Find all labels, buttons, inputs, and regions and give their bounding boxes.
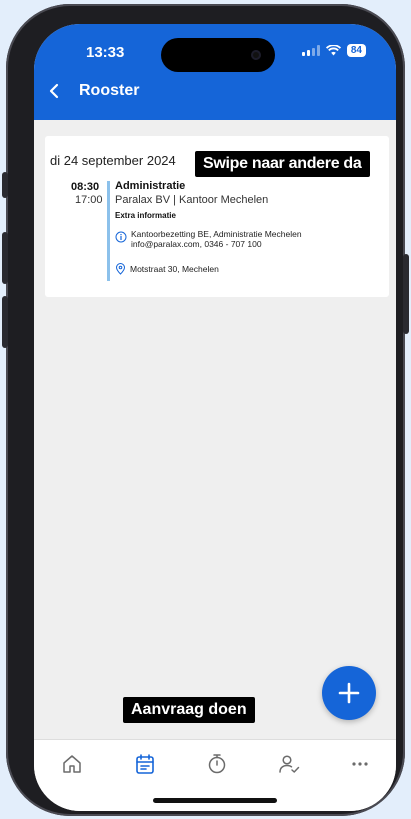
stopwatch-icon[interactable] [205, 752, 229, 776]
extra-info-label: Extra informatie [115, 211, 176, 220]
battery-indicator: 84 [346, 44, 366, 57]
address-text: Motstraat 30, Mechelen [130, 264, 219, 274]
phone-frame: 13:33 84 Rooster di 24 september 2024 08… [2, 4, 409, 816]
status-time: 13:33 [86, 44, 125, 61]
camera-icon [251, 50, 261, 60]
shift-location: Paralax BV | Kantoor Mechelen [115, 194, 269, 206]
add-request-button[interactable] [322, 666, 376, 720]
volume-down-button [2, 296, 8, 348]
app-bar: 13:33 84 Rooster [34, 24, 396, 120]
info-icon [115, 231, 127, 243]
user-check-icon[interactable] [277, 752, 301, 776]
home-icon[interactable] [60, 752, 84, 776]
shift-end-time: 17:00 [75, 194, 103, 206]
extra-info-line-1: Kantoorbezetting BE, Administratie Meche… [131, 229, 302, 239]
back-chevron-icon[interactable] [46, 82, 64, 100]
screen: 13:33 84 Rooster di 24 september 2024 08… [34, 24, 396, 811]
status-icons: 84 [301, 44, 366, 57]
wifi-icon [325, 45, 341, 56]
page-title: Rooster [79, 82, 140, 99]
shift-accent-bar [107, 181, 110, 281]
address-row[interactable]: Motstraat 30, Mechelen [115, 263, 219, 275]
home-indicator[interactable] [153, 798, 277, 803]
plus-icon [338, 682, 360, 704]
schedule-content[interactable]: di 24 september 2024 08:30 17:00 Adminis… [34, 120, 396, 739]
mute-switch [2, 172, 8, 198]
dynamic-island [161, 38, 275, 72]
shift-title: Administratie [115, 180, 186, 192]
extra-info-line-2: info@paralax.com, 0346 - 707 100 [131, 239, 262, 249]
signal-icon [301, 45, 320, 56]
aanvraag-tooltip: Aanvraag doen [123, 697, 255, 723]
power-button [403, 254, 409, 334]
more-icon[interactable] [348, 752, 372, 776]
location-pin-icon [115, 263, 126, 275]
swipe-tooltip: Swipe naar andere da [195, 151, 370, 177]
calendar-icon[interactable] [133, 752, 157, 776]
shift-start-time: 08:30 [71, 181, 100, 193]
extra-info-row: Kantoorbezetting BE, Administratie Meche… [115, 229, 302, 249]
volume-up-button [2, 232, 8, 284]
date-label: di 24 september 2024 [50, 153, 176, 168]
